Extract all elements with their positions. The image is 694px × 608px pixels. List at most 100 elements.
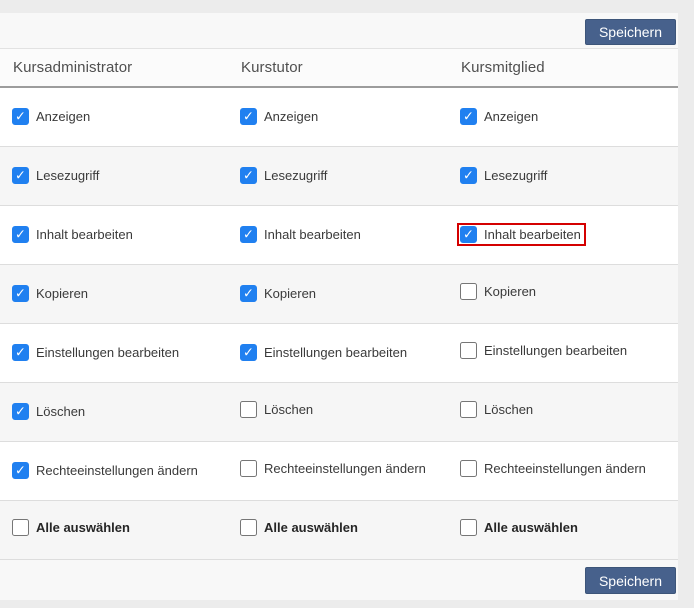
check-icon: ✓ (463, 169, 474, 182)
checkbox-loschen-kurstutor[interactable] (240, 401, 257, 418)
checkbox-label[interactable]: Lesezugriff (484, 168, 547, 183)
permission-cell: ✓ Anzeigen (228, 108, 448, 126)
checkbox-lesezugriff-kursmitglied[interactable]: ✓ (460, 167, 477, 184)
checkbox-kopieren-kursmitglied[interactable] (460, 283, 477, 300)
page: { "header_actions": { "save_label": "Spe… (0, 0, 694, 608)
checkbox-label[interactable]: Anzeigen (264, 109, 318, 124)
checkbox-label[interactable]: Kopieren (264, 286, 316, 301)
checkbox-label[interactable]: Inhalt bearbeiten (264, 227, 361, 242)
checkbox-kopieren-kurstutor[interactable]: ✓ (240, 285, 257, 302)
checkbox-inhalt-bearbeiten-kurstutor[interactable]: ✓ (240, 226, 257, 243)
column-header-kursadministrator: Kursadministrator (0, 59, 228, 76)
checkbox-group: ✓ Lesezugriff (460, 167, 547, 184)
permission-cell: ✓ Anzeigen (0, 108, 228, 126)
checkbox-einstellungen-bearbeiten-kursmitglied[interactable] (460, 342, 477, 359)
checkbox-label[interactable]: Inhalt bearbeiten (484, 227, 581, 242)
checkbox-label[interactable]: Einstellungen bearbeiten (36, 345, 179, 360)
column-header-kursmitglied: Kursmitglied (448, 59, 678, 76)
checkbox-inhalt-bearbeiten-kursadministrator[interactable]: ✓ (12, 226, 29, 243)
table-row-loschen: ✓ Löschen Löschen Löschen (0, 383, 678, 442)
checkbox-label[interactable]: Kopieren (36, 286, 88, 301)
checkbox-label[interactable]: Kopieren (484, 284, 536, 299)
bottom-action-bar: Speichern (0, 560, 678, 600)
checkbox-rechteeinstellungen-andern-kurstutor[interactable] (240, 460, 257, 477)
table-body: ✓Anzeigen✓Anzeigen✓Anzeigen✓Lesezugriff✓… (0, 88, 678, 560)
checkbox-label[interactable]: Inhalt bearbeiten (36, 227, 133, 242)
permission-cell: ✓ Kopieren (0, 285, 228, 303)
checkbox-anzeigen-kurstutor[interactable]: ✓ (240, 108, 257, 125)
checkbox-lesezugriff-kurstutor[interactable]: ✓ (240, 167, 257, 184)
checkbox-label[interactable]: Rechteeinstellungen ändern (484, 461, 646, 476)
checkbox-group: Löschen (240, 401, 313, 418)
column-header-kurstutor: Kurstutor (228, 59, 448, 76)
checkbox-group: ✓ Anzeigen (12, 108, 90, 125)
table-header-row: Kursadministrator Kurstutor Kursmitglied (0, 48, 678, 88)
permission-cell: ✓ Anzeigen (448, 108, 678, 126)
check-icon: ✓ (243, 169, 254, 182)
checkbox-label[interactable]: Rechteeinstellungen ändern (264, 461, 426, 476)
checkbox-group: Alle auswählen (12, 519, 130, 536)
permission-cell: Alle auswählen (228, 519, 448, 541)
permission-cell: ✓ Lesezugriff (0, 167, 228, 185)
checkbox-group: Löschen (460, 401, 533, 418)
permission-cell: Kopieren (448, 283, 678, 305)
check-icon: ✓ (463, 228, 474, 241)
permission-cell: Alle auswählen (448, 519, 678, 541)
permission-cell: Löschen (228, 401, 448, 423)
checkbox-anzeigen-kursmitglied[interactable]: ✓ (460, 108, 477, 125)
checkbox-alle-auswahlen-kursadministrator[interactable] (12, 519, 29, 536)
check-icon: ✓ (15, 110, 26, 123)
permission-cell: ✓ Lesezugriff (448, 167, 678, 185)
checkbox-group: ✓ Einstellungen bearbeiten (12, 344, 179, 361)
checkbox-label[interactable]: Lesezugriff (36, 168, 99, 183)
checkbox-inhalt-bearbeiten-kursmitglied[interactable]: ✓ (460, 226, 477, 243)
checkbox-alle-auswahlen-kurstutor[interactable] (240, 519, 257, 536)
checkbox-label[interactable]: Alle auswählen (36, 520, 130, 535)
checkbox-group: ✓ Kopieren (12, 285, 88, 302)
check-icon: ✓ (243, 110, 254, 123)
checkbox-alle-auswahlen-kursmitglied[interactable] (460, 519, 477, 536)
save-button-bottom[interactable]: Speichern (585, 567, 676, 594)
checkbox-einstellungen-bearbeiten-kurstutor[interactable]: ✓ (240, 344, 257, 361)
table-row-alle-auswahlen: Alle auswählen Alle auswählen Alle auswähl… (0, 501, 678, 560)
red-highlight-box: ✓ Inhalt bearbeiten (457, 223, 586, 246)
permission-cell: ✓ Lesezugriff (228, 167, 448, 185)
checkbox-group: ✓ Anzeigen (460, 108, 538, 125)
checkbox-loschen-kursadministrator[interactable]: ✓ (12, 403, 29, 420)
checkbox-rechteeinstellungen-andern-kursmitglied[interactable] (460, 460, 477, 477)
permission-cell: Löschen (448, 401, 678, 423)
checkbox-lesezugriff-kursadministrator[interactable]: ✓ (12, 167, 29, 184)
check-icon: ✓ (15, 228, 26, 241)
table-row-rechteeinstellungen-andern: ✓ Rechteeinstellungen ändern Rechteeinstel… (0, 442, 678, 501)
checkbox-einstellungen-bearbeiten-kursadministrator[interactable]: ✓ (12, 344, 29, 361)
checkbox-label[interactable]: Löschen (264, 402, 313, 417)
permission-cell: ✓ Löschen (0, 403, 228, 421)
checkbox-label[interactable]: Alle auswählen (264, 520, 358, 535)
checkbox-anzeigen-kursadministrator[interactable]: ✓ (12, 108, 29, 125)
permission-cell: Alle auswählen (0, 519, 228, 541)
permission-cell: ✓ Kopieren (228, 285, 448, 303)
checkbox-label[interactable]: Lesezugriff (264, 168, 327, 183)
checkbox-label[interactable]: Einstellungen bearbeiten (264, 345, 407, 360)
checkbox-group: Rechteeinstellungen ändern (460, 460, 646, 477)
checkbox-label[interactable]: Alle auswählen (484, 520, 578, 535)
table-row-inhalt-bearbeiten: ✓ Inhalt bearbeiten ✓ Inhalt bearbeiten ✓ Inh… (0, 206, 678, 265)
checkbox-group: Rechteeinstellungen ändern (240, 460, 426, 477)
checkbox-group: ✓ Inhalt bearbeiten (12, 226, 133, 243)
save-button-top[interactable]: Speichern (585, 19, 676, 45)
checkbox-label[interactable]: Löschen (36, 404, 85, 419)
checkbox-rechteeinstellungen-andern-kursadministrator[interactable]: ✓ (12, 462, 29, 479)
checkbox-loschen-kursmitglied[interactable] (460, 401, 477, 418)
top-action-bar: Speichern (0, 13, 678, 48)
checkbox-group: Einstellungen bearbeiten (460, 342, 627, 359)
checkbox-group: ✓ Rechteeinstellungen ändern (12, 462, 198, 479)
checkbox-label[interactable]: Einstellungen bearbeiten (484, 343, 627, 358)
check-icon: ✓ (15, 287, 26, 300)
check-icon: ✓ (15, 464, 26, 477)
checkbox-group: Kopieren (460, 283, 536, 300)
checkbox-label[interactable]: Anzeigen (36, 109, 90, 124)
checkbox-label[interactable]: Löschen (484, 402, 533, 417)
checkbox-label[interactable]: Anzeigen (484, 109, 538, 124)
checkbox-label[interactable]: Rechteeinstellungen ändern (36, 463, 198, 478)
checkbox-kopieren-kursadministrator[interactable]: ✓ (12, 285, 29, 302)
